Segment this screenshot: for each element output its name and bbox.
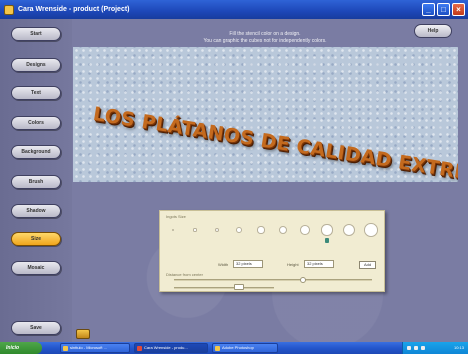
offset-slider-thumb[interactable]: [234, 284, 244, 290]
offset-slider-track: [174, 287, 274, 289]
width-field[interactable]: 32 pixels: [233, 260, 263, 268]
start-button[interactable]: Inicio: [0, 342, 42, 354]
window-title: Cara Wrenside - product (Project): [18, 6, 130, 13]
size-option[interactable]: [214, 227, 220, 233]
taskbar: Inicio sinttulo - Microsoft ... Cara Wre…: [0, 342, 468, 354]
selected-size-marker: [325, 238, 329, 243]
width-label: Width: [218, 262, 229, 267]
sidebar-item-shadow[interactable]: Shadow: [11, 204, 61, 218]
close-button[interactable]: ×: [452, 3, 465, 16]
maximize-button[interactable]: □: [437, 3, 450, 16]
sidebar: Start Designs Text Colors Background Bru…: [0, 19, 72, 342]
instructions-line-1: Fill the stencil color on a design.: [229, 31, 301, 37]
height-field[interactable]: 32 pixels: [304, 260, 334, 268]
save-button[interactable]: Save: [11, 321, 61, 335]
sidebar-item-text[interactable]: Text: [11, 86, 61, 100]
taskbar-item-label: sinttulo - Microsoft ...: [70, 345, 107, 350]
network-icon[interactable]: [407, 345, 411, 350]
spacing-slider-track: [174, 279, 372, 281]
taskbar-item-word[interactable]: sinttulo - Microsoft ...: [60, 343, 130, 353]
sidebar-item-background[interactable]: Background: [11, 145, 61, 159]
preview-canvas[interactable]: LOS PLÁTANOS DE CALIDAD EXTREMA: [73, 47, 458, 182]
taskbar-item-label: Cara Wrenside - produ...: [144, 345, 188, 350]
app-task-icon: [137, 346, 142, 351]
sidebar-item-mosaic[interactable]: Mosaic: [11, 261, 61, 275]
antivirus-icon[interactable]: [421, 345, 426, 350]
apply-button[interactable]: Add: [359, 261, 376, 269]
sidebar-item-colors[interactable]: Colors: [11, 116, 61, 130]
banner-text: LOS PLÁTANOS DE CALIDAD EXTREMA: [91, 103, 458, 182]
size-option[interactable]: [278, 225, 288, 235]
taskbar-item-photoshop[interactable]: Adobe Photoshop: [212, 343, 278, 353]
sidebar-item-start[interactable]: Start: [11, 27, 61, 41]
size-option[interactable]: [342, 223, 356, 237]
sidebar-item-brush[interactable]: Brush: [11, 175, 61, 189]
minimize-button[interactable]: _: [422, 3, 435, 16]
app-icon: [4, 4, 14, 15]
size-option[interactable]: [364, 223, 378, 237]
title-bar: Cara Wrenside - product (Project) _ □ ×: [0, 0, 468, 19]
instructions-line-2: You can graphic the cubes not for indepe…: [203, 38, 327, 44]
size-option[interactable]: [321, 224, 333, 236]
speaker-icon[interactable]: [76, 329, 90, 339]
height-label: Height: [287, 262, 299, 267]
size-settings-panel: Ingots Size Width 32 pixels Height 32 pi…: [159, 210, 385, 292]
window-controls: _ □ ×: [422, 3, 465, 16]
system-tray: 10:13: [402, 342, 468, 354]
size-label: Ingots Size: [166, 214, 186, 219]
app-window: Start Designs Text Colors Background Bru…: [0, 19, 468, 342]
size-option[interactable]: [300, 225, 310, 235]
help-button[interactable]: Help: [414, 24, 452, 38]
size-selector[interactable]: [167, 222, 379, 243]
volume-icon[interactable]: [414, 345, 419, 350]
photoshop-icon: [215, 346, 220, 351]
size-option[interactable]: [193, 228, 197, 232]
sidebar-item-designs[interactable]: Designs: [11, 58, 61, 72]
instructions: Fill the stencil color on a design. You …: [130, 31, 400, 45]
taskbar-item-label: Adobe Photoshop: [222, 345, 254, 350]
spacing-label: Distance from center: [166, 272, 203, 277]
spacing-slider-thumb[interactable]: [300, 277, 306, 283]
taskbar-item-app[interactable]: Cara Wrenside - produ...: [134, 343, 208, 353]
size-option[interactable]: [257, 226, 265, 234]
document-icon: [63, 346, 68, 351]
size-option[interactable]: [236, 227, 242, 233]
sidebar-item-size[interactable]: Size: [11, 232, 61, 246]
size-option[interactable]: [172, 229, 174, 231]
clock: 10:13: [453, 345, 464, 350]
